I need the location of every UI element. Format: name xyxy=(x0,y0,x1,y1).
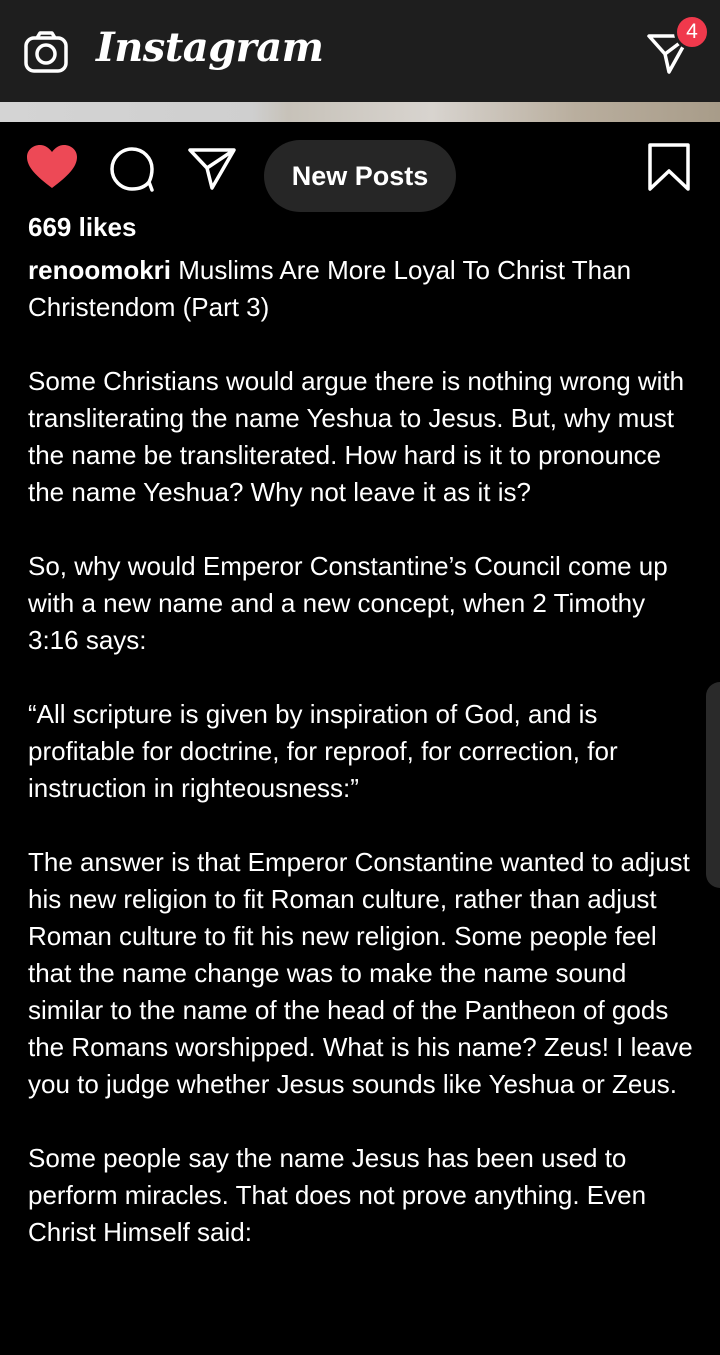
top-bar: Instagram 4 xyxy=(0,0,720,102)
notification-badge: 4 xyxy=(674,14,710,50)
caption-header: renoomokri Muslims Are More Loyal To Chr… xyxy=(28,252,698,326)
username-link[interactable]: renoomokri xyxy=(28,255,171,285)
scroll-handle[interactable] xyxy=(706,682,720,888)
post-image[interactable] xyxy=(0,102,720,122)
app-logo[interactable]: Instagram xyxy=(96,24,324,71)
caption-paragraph: Some people say the name Jesus has been … xyxy=(28,1143,647,1247)
camera-icon[interactable] xyxy=(24,31,68,75)
caption-paragraph: So, why would Emperor Constantine’s Coun… xyxy=(28,551,668,655)
new-posts-button[interactable]: New Posts xyxy=(264,140,456,212)
likes-count[interactable]: 669 likes xyxy=(28,212,136,243)
caption-paragraph: “All scripture is given by inspiration o… xyxy=(28,699,618,803)
caption-paragraph: The answer is that Emperor Constantine w… xyxy=(28,847,693,1099)
comment-icon[interactable] xyxy=(108,146,156,192)
caption-paragraph: Some Christians would argue there is not… xyxy=(28,366,685,507)
post-actions: New Posts xyxy=(0,122,720,222)
bookmark-icon[interactable] xyxy=(646,142,692,192)
like-icon[interactable] xyxy=(26,144,78,190)
post-caption: renoomokri Muslims Are More Loyal To Chr… xyxy=(28,252,698,1288)
share-icon[interactable] xyxy=(188,146,236,190)
